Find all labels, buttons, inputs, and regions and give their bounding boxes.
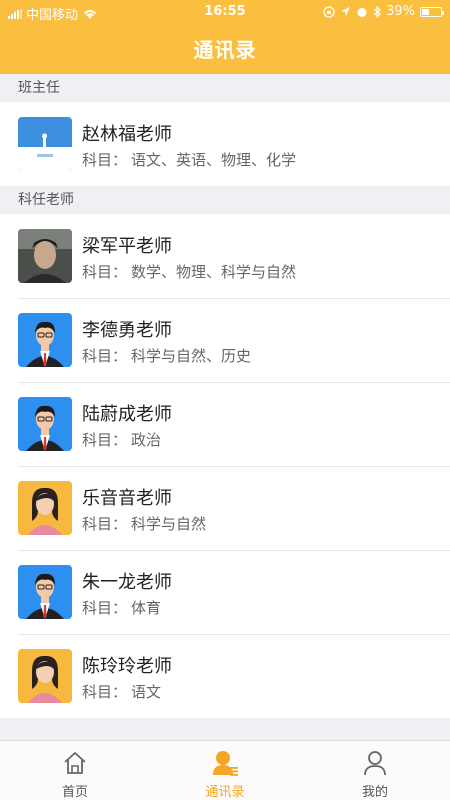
app-icon-avatar [18,117,72,171]
teacher-subjects: 科目： 科学与自然 [82,515,207,533]
tab-label: 首页 [61,785,88,800]
male-avatar [18,565,72,619]
location-icon [341,7,351,16]
homeroom-list: 赵林福老师 科目： 语文、英语、物理、化学 [0,102,450,186]
teacher-name: 乐音音老师 [82,488,172,509]
photo-avatar [18,229,72,283]
teacher-row[interactable]: 朱一龙老师 科目： 体育 [0,550,450,634]
lock-rotation-icon [323,5,335,18]
alarm-icon [357,7,367,17]
teacher-row[interactable]: 李德勇老师 科目： 科学与自然、历史 [0,298,450,382]
contacts-icon [213,751,238,776]
tab-profile[interactable]: 我的 [300,741,450,800]
contacts-list: 班主任 赵林福老师 科目： 语文、英语、物理、化学 科任老师 梁军平老师 科目：… [0,74,450,740]
teacher-row[interactable]: 陈玲玲老师 科目： 语文 [0,634,450,718]
teacher-name: 梁军平老师 [82,236,172,257]
tab-home[interactable]: 首页 [0,741,150,800]
female-avatar [18,649,72,703]
teacher-subjects: 科目： 语文 [82,683,162,701]
home-icon [64,752,86,774]
battery-icon [420,6,444,17]
teacher-name: 李德勇老师 [82,320,172,341]
female-avatar [18,481,72,535]
page-title: 通讯录 [193,38,257,62]
section-header-homeroom: 班主任 [0,74,450,102]
tab-bar: 首页 通讯录 我的 [0,740,450,800]
male-avatar [18,397,72,451]
teacher-row[interactable]: 陆蔚成老师 科目： 政治 [0,382,450,466]
battery-percent: 39% [386,4,415,19]
teacher-subjects: 科目： 体育 [82,599,162,617]
teacher-name: 陈玲玲老师 [82,656,172,677]
status-bar: 中国移动 16:55 39% [0,0,450,24]
male-avatar [18,313,72,367]
section-header-subject-teachers: 科任老师 [0,186,450,214]
tab-label: 我的 [361,785,388,800]
teacher-row[interactable]: 梁军平老师 科目： 数学、物理、科学与自然 [0,214,450,298]
teacher-subjects: 科目： 科学与自然、历史 [82,347,252,365]
subject-teachers-list: 梁军平老师 科目：数学、物理、科学与自然 李德勇老师 科目：科学与自然、历史 [0,214,450,718]
tab-label: 通讯录 [205,785,245,800]
profile-icon [364,751,386,776]
app-header: 中国移动 16:55 39% 通讯录 [0,0,450,74]
teacher-subjects: 科目： 政治 [82,431,162,449]
teacher-subjects: 科目： 数学、物理、科学与自然 [82,263,297,281]
teacher-row[interactable]: 赵林福老师 科目： 语文、英语、物理、化学 [0,102,450,186]
tab-contacts[interactable]: 通讯录 [150,741,300,800]
teacher-name: 陆蔚成老师 [82,404,172,425]
teacher-subjects: 科目： 语文、英语、物理、化学 [82,151,297,169]
teacher-name: 赵林福老师 [82,124,172,145]
bluetooth-icon [373,5,381,18]
teacher-row[interactable]: 乐音音老师 科目： 科学与自然 [0,466,450,550]
teacher-name: 朱一龙老师 [82,572,172,593]
